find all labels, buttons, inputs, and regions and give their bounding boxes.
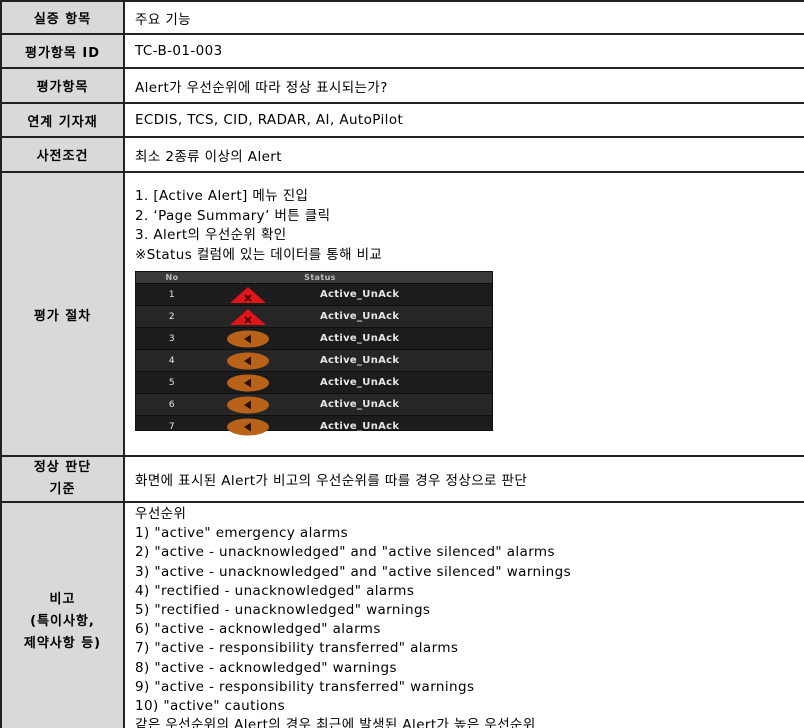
label-equipment: 연계 기자재 [0, 102, 125, 138]
row-precondition: 사전조건 최소 2종류 이상의 Alert [0, 136, 804, 173]
emergency-alarm-triangle-icon [230, 308, 266, 325]
row-eval-item: 평가항목 Alert가 우선순위에 따라 정상 표시되는가? [0, 67, 804, 104]
header-status: Status [304, 273, 336, 282]
note-line: 우선순위 [135, 506, 187, 522]
status-row-icon [208, 374, 288, 392]
procedure-steps: 1. [Active Alert] 메뉴 진입 2. ‘Page Summary’… [135, 187, 804, 265]
value-notes: 우선순위 1) "active" emergency alarms 2) "acti… [123, 501, 804, 728]
procedure-step: 2. ‘Page Summary’ 버튼 클릭 [135, 207, 331, 224]
label-notes: 비고 (특이사항, 제약사항 등) [0, 501, 125, 728]
label-line: 기준 [49, 482, 76, 497]
warning-speaker-circle-icon [227, 418, 269, 435]
value-procedure: 1. [Active Alert] 메뉴 진입 2. ‘Page Summary’… [123, 171, 804, 457]
label-eval-item: 평가항목 [0, 67, 125, 104]
status-row-no: 3 [168, 333, 176, 344]
value-equipment: ECDIS, TCS, CID, RADAR, AI, AutoPilot [123, 102, 804, 138]
warning-speaker-circle-icon [227, 374, 269, 391]
status-row-icon [208, 352, 288, 370]
status-row-icon [208, 308, 288, 326]
row-criteria: 정상 판단기준 화면에 표시된 Alert가 비고의 우선순위를 따를 경우 정… [0, 455, 804, 503]
row-notes: 비고 (특이사항, 제약사항 등) 우선순위 1) "active" emergenc… [0, 501, 804, 728]
note-line: 2) "active - unacknowledged" and "active… [135, 544, 555, 561]
label-line: 제약사항 등) [23, 636, 102, 651]
note-line: 8) "active - acknowledged" warnings [135, 659, 397, 676]
procedure-step: ※Status 컬럼에 있는 데이터를 통해 비교 [135, 246, 383, 263]
status-row-no: 4 [168, 355, 176, 366]
status-row-icon [208, 286, 288, 304]
status-row-status: Active_UnAck [320, 399, 400, 410]
note-line: 3) "active - unacknowledged" and "active… [135, 563, 572, 580]
status-table-header: No Status [136, 272, 492, 283]
note-line: 1) "active" emergency alarms [135, 525, 349, 542]
value-eval-id: TC-B-01-003 [123, 33, 804, 69]
label-procedure: 평가 절차 [0, 171, 125, 457]
note-line: 같은 우선순위의 Alert의 경우 최근에 발생된 Alert가 높은 우선순… [135, 717, 536, 728]
status-row-no: 1 [168, 289, 176, 300]
status-row: 1 Active_UnAck [136, 283, 492, 305]
status-row: 3 Active_UnAck [136, 327, 492, 349]
test-spec-table: 실증 항목 주요 기능 평가항목 ID TC-B-01-003 평가항목 Ale… [0, 0, 804, 728]
status-row: 6 Active_UnAck [136, 393, 492, 415]
procedure-step: 3. Alert의 우선순위 확인 [135, 227, 287, 243]
status-row-no: 6 [168, 399, 176, 410]
row-procedure: 평가 절차 1. [Active Alert] 메뉴 진입 2. ‘Page Su… [0, 171, 804, 457]
status-row-no: 2 [168, 311, 176, 322]
label-line: (특이사항, [30, 614, 95, 629]
row-equipment: 연계 기자재 ECDIS, TCS, CID, RADAR, AI, AutoP… [0, 102, 804, 138]
status-row-status: Active_UnAck [320, 289, 400, 300]
procedure-step: 1. [Active Alert] 메뉴 진입 [135, 188, 309, 204]
status-rows: 1 Active_UnAck 2 Active_UnAck 3 Active_UnAck 4… [136, 283, 492, 437]
status-row-status: Active_UnAck [320, 311, 400, 322]
status-row-status: Active_UnAck [320, 355, 400, 366]
value-item: 주요 기능 [123, 0, 804, 35]
status-row: 4 Active_UnAck [136, 349, 492, 371]
test-spec-sheet: 실증 항목 주요 기능 평가항목 ID TC-B-01-003 평가항목 Ale… [0, 0, 804, 728]
status-row: 7 Active_UnAck [136, 415, 492, 437]
label-line: 정상 판단 [33, 460, 92, 475]
label-precondition: 사전조건 [0, 136, 125, 173]
status-row-status: Active_UnAck [320, 421, 400, 432]
status-row-status: Active_UnAck [320, 333, 400, 344]
value-criteria: 화면에 표시된 Alert가 비고의 우선순위를 따를 경우 정상으로 판단 [123, 455, 804, 503]
header-no: No [165, 273, 179, 282]
alert-status-screenshot: No Status 1 Active_UnAck 2 Active_UnAck 3 Act… [135, 271, 493, 435]
value-precondition: 최소 2종류 이상의 Alert [123, 136, 804, 173]
status-row-status: Active_UnAck [320, 377, 400, 388]
status-row: 2 Active_UnAck [136, 305, 492, 327]
note-line: 4) "rectified - unacknowledged" alarms [135, 582, 415, 599]
status-row-no: 5 [168, 377, 176, 388]
row-eval-id: 평가항목 ID TC-B-01-003 [0, 33, 804, 69]
label-line: 비고 [49, 592, 76, 607]
label-criteria: 정상 판단기준 [0, 455, 125, 503]
row-item: 실증 항목 주요 기능 [0, 0, 804, 35]
note-line: 9) "active - responsibility transferred"… [135, 678, 475, 695]
status-row-icon [208, 396, 288, 414]
note-line: 7) "active - responsibility transferred"… [135, 640, 459, 657]
status-row-icon [208, 418, 288, 436]
warning-speaker-circle-icon [227, 330, 269, 347]
value-eval-item: Alert가 우선순위에 따라 정상 표시되는가? [123, 67, 804, 104]
status-row-icon [208, 330, 288, 348]
note-line: 6) "active - acknowledged" alarms [135, 621, 381, 638]
note-line: 5) "rectified - unacknowledged" warnings [135, 602, 431, 619]
status-row: 5 Active_UnAck [136, 371, 492, 393]
emergency-alarm-triangle-icon [230, 286, 266, 303]
note-line: 10) "active" cautions [135, 698, 286, 715]
status-row-no: 7 [168, 421, 176, 432]
label-eval-id: 평가항목 ID [0, 33, 125, 69]
label-item: 실증 항목 [0, 0, 125, 35]
warning-speaker-circle-icon [227, 352, 269, 369]
warning-speaker-circle-icon [227, 396, 269, 413]
